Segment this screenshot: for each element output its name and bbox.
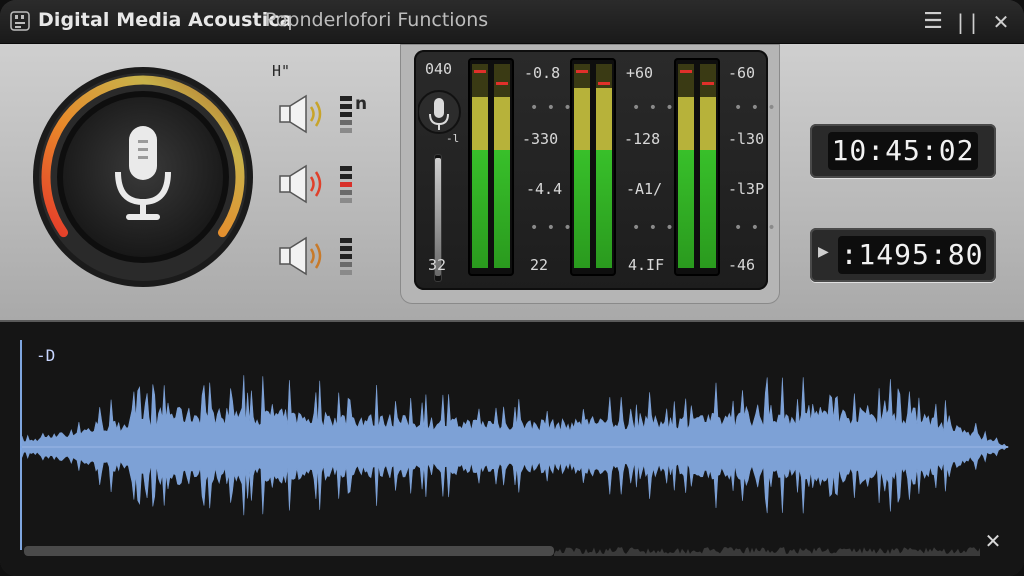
counter-display: ▶ :1495:80 <box>810 228 996 282</box>
meter-channel-bar <box>494 64 510 268</box>
scale-3-bottom: -46 <box>728 256 756 274</box>
scrollbar-thumb[interactable] <box>24 546 554 556</box>
app-logo-icon <box>10 11 30 31</box>
channel-label: n <box>355 94 368 114</box>
meter-channel-bar <box>596 64 612 268</box>
mic-sub-label: -l <box>446 132 460 145</box>
scale-2-top: +60 <box>626 64 654 82</box>
playhead[interactable] <box>20 340 22 550</box>
mic-knob[interactable] <box>30 64 256 290</box>
scale-1-mid1: -330 <box>522 130 559 148</box>
waveform-signal <box>21 375 1009 516</box>
overview-waveform <box>554 547 980 556</box>
scale-3-dots: • • • <box>734 100 778 116</box>
control-panel: H" n 040 -l 32 -0.8 • • • -330 -4.4 • • … <box>0 44 1024 322</box>
clock-display: 10:45:02 <box>810 124 996 178</box>
gain-bottom-label: 32 <box>428 256 447 274</box>
app-window: Digital Media Acoustica Popnderlofori Fu… <box>0 0 1024 576</box>
scale-2-mid2: -A1/ <box>626 180 663 198</box>
hamburger-menu-icon[interactable]: ☰ <box>918 8 948 36</box>
pause-bars-icon[interactable]: | | <box>952 8 982 36</box>
counter-readout: :1495:80 <box>838 236 986 274</box>
speaker-channel-1[interactable] <box>276 92 356 134</box>
output-label: H" <box>272 62 291 80</box>
scale-3-dots-2: • • • <box>734 220 778 236</box>
speaker-icon <box>279 164 352 204</box>
meter-channel-bar <box>700 64 716 268</box>
speaker-icon <box>279 94 352 134</box>
speaker-channel-3[interactable] <box>276 234 356 276</box>
scale-2-bottom: 4.IF <box>628 256 665 274</box>
scale-1-top: -0.8 <box>524 64 561 82</box>
scale-1-bottom: 22 <box>530 256 549 274</box>
scale-2-mid1: -128 <box>624 130 661 148</box>
speaker-channel-2[interactable] <box>276 162 356 204</box>
meter-channel-bar <box>574 64 590 268</box>
scale-3-mid1: -l30 <box>728 130 765 148</box>
speaker-icon <box>279 236 352 276</box>
waveform[interactable] <box>0 322 1024 552</box>
track-label: -D <box>36 346 56 365</box>
scale-3-mid2: -l3P <box>728 180 765 198</box>
scale-3-top: -60 <box>728 64 756 82</box>
gain-top-label: 040 <box>425 60 453 78</box>
meter-channel-bar <box>472 64 488 268</box>
window-subtitle: Popnderlofori Functions <box>265 9 489 31</box>
close-icon[interactable]: ✕ <box>986 8 1016 36</box>
clock-readout: 10:45:02 <box>828 132 978 170</box>
level-meter-2 <box>570 58 616 276</box>
scale-2-dots-2: • • • <box>632 220 676 236</box>
scale-1-dots-2: • • • <box>530 220 574 236</box>
scale-1-dots: • • • <box>530 100 574 116</box>
window-title: Digital Media Acoustica <box>38 9 293 31</box>
level-meter-3 <box>674 58 720 276</box>
play-triangle-icon[interactable]: ▶ <box>818 244 829 260</box>
title-bar: Digital Media Acoustica Popnderlofori Fu… <box>0 0 1024 44</box>
close-track-icon[interactable]: ✕ <box>982 530 1004 552</box>
microphone-small-icon[interactable] <box>418 88 464 138</box>
scale-2-dots: • • • <box>632 100 676 116</box>
level-meter-1 <box>468 58 514 276</box>
meter-channel-bar <box>678 64 694 268</box>
scale-1-mid2: -4.4 <box>526 180 563 198</box>
